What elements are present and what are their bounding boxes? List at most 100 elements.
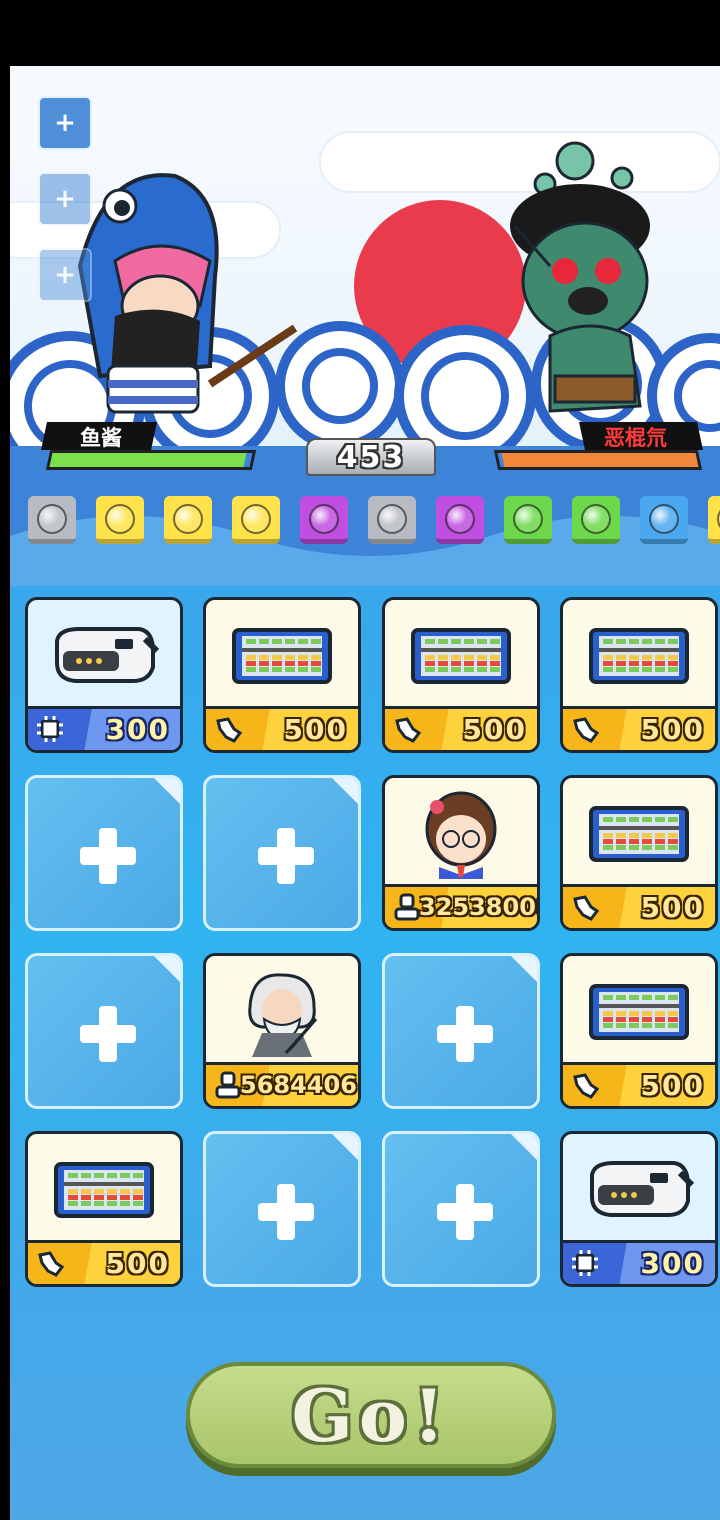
green-orb-icon (513, 504, 543, 534)
battle-scene: + + + 鱼酱 453 恶棍氘 (10, 66, 720, 586)
gray-orb-icon (37, 504, 67, 534)
hand-icon (214, 715, 243, 743)
purple-orb-icon (309, 504, 339, 534)
abacus-icon (206, 606, 358, 706)
gem-tile[interactable] (368, 496, 416, 544)
item-value: 500 (105, 1247, 170, 1280)
item-card[interactable]: 500 (560, 953, 718, 1109)
item-value: 300 (105, 713, 170, 746)
item-value: 300 (640, 1247, 705, 1280)
vr-headset-icon (28, 606, 180, 706)
abacus-icon (385, 606, 537, 706)
item-card[interactable]: 500 (25, 1131, 183, 1287)
green-orb-icon (581, 504, 611, 534)
hand-icon (36, 1249, 65, 1277)
gem-tile[interactable] (504, 496, 552, 544)
gem-tile[interactable] (300, 496, 348, 544)
item-price-bar: 5684406 (206, 1062, 358, 1106)
plus-icon (258, 828, 314, 884)
item-value: 500 (283, 713, 348, 746)
go-button[interactable]: Go! (186, 1362, 556, 1468)
vr-headset-icon (563, 1140, 715, 1240)
item-price-bar: 500 (563, 884, 715, 928)
abacus-icon (563, 784, 715, 884)
item-price-bar: 500 (385, 706, 537, 750)
purple-orb-icon (445, 504, 475, 534)
hand-icon (393, 715, 422, 743)
side-plus-button[interactable]: + (38, 96, 92, 150)
item-value: 500 (640, 1069, 705, 1102)
item-value: 32538000 (419, 893, 540, 921)
person-icon (214, 1071, 242, 1099)
yellow-orb-icon (173, 504, 203, 534)
status-bar (0, 0, 720, 66)
game-screen: + + + 鱼酱 453 恶棍氘 300 500 500 500 3253800… (10, 66, 720, 1520)
gem-tile[interactable] (572, 496, 620, 544)
player-health-bar (45, 450, 257, 470)
plus-icon (80, 1006, 136, 1062)
yellow-orb-icon (105, 504, 135, 534)
abacus-icon (563, 606, 715, 706)
player-nameplate: 鱼酱 (40, 422, 260, 472)
abacus-icon (563, 962, 715, 1062)
empty-slot[interactable] (25, 953, 183, 1109)
battle-timer: 453 (306, 438, 436, 476)
go-button-label: Go! (291, 1372, 451, 1458)
enemy-health-fill (501, 453, 699, 467)
gem-tile[interactable] (708, 496, 720, 544)
enemy-name: 恶棍氘 (604, 426, 667, 450)
plus-icon (437, 1006, 493, 1062)
chip-icon (571, 1249, 599, 1277)
side-plus-button[interactable]: + (38, 248, 92, 302)
plus-icon: + (54, 184, 76, 214)
person-icon (393, 893, 421, 921)
empty-slot[interactable] (382, 953, 540, 1109)
scientist-portrait-icon (206, 962, 358, 1062)
item-price-bar: 500 (28, 1240, 180, 1284)
empty-slot[interactable] (382, 1131, 540, 1287)
item-price-bar: 32538000 (385, 884, 537, 928)
girl-portrait-icon (385, 784, 537, 884)
plus-icon (437, 1184, 493, 1240)
yellow-orb-icon (241, 504, 271, 534)
gray-orb-icon (377, 504, 407, 534)
empty-slot[interactable] (203, 775, 361, 931)
empty-slot[interactable] (25, 775, 183, 931)
side-plus-button[interactable]: + (38, 172, 92, 226)
item-price-bar: 500 (206, 706, 358, 750)
enemy-nameplate: 恶棍氘 (492, 422, 704, 472)
item-card[interactable]: 500 (382, 597, 540, 753)
item-card[interactable]: 32538000 (382, 775, 540, 931)
plus-icon: + (54, 108, 76, 138)
item-value: 500 (640, 713, 705, 746)
hand-icon (571, 893, 600, 921)
plus-icon (80, 828, 136, 884)
item-card[interactable]: 500 (560, 597, 718, 753)
hand-icon (571, 715, 600, 743)
player-name: 鱼酱 (80, 426, 122, 450)
item-card[interactable]: 300 (25, 597, 183, 753)
abacus-icon (28, 1140, 180, 1240)
item-price-bar: 500 (563, 1062, 715, 1106)
gem-tile[interactable] (28, 496, 76, 544)
item-value: 500 (462, 713, 527, 746)
empty-slot[interactable] (203, 1131, 361, 1287)
gem-tile[interactable] (232, 496, 280, 544)
item-card[interactable]: 5684406 (203, 953, 361, 1109)
player-health-fill (49, 453, 247, 467)
gem-tile[interactable] (640, 496, 688, 544)
gem-tile[interactable] (164, 496, 212, 544)
item-card[interactable]: 300 (560, 1131, 718, 1287)
item-value: 500 (640, 891, 705, 924)
gem-tile[interactable] (96, 496, 144, 544)
gem-tile[interactable] (436, 496, 484, 544)
item-card[interactable]: 500 (203, 597, 361, 753)
blue-orb-icon (649, 504, 679, 534)
item-price-bar: 500 (563, 706, 715, 750)
chip-icon (36, 715, 64, 743)
item-card[interactable]: 500 (560, 775, 718, 931)
item-price-bar: 300 (563, 1240, 715, 1284)
hand-icon (571, 1071, 600, 1099)
plus-icon: + (54, 260, 76, 290)
item-price-bar: 300 (28, 706, 180, 750)
